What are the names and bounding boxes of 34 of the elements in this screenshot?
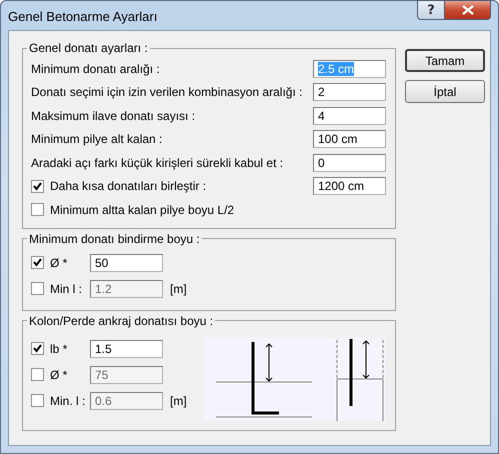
checkbox[interactable] <box>31 180 44 193</box>
field-label: Minimum donatı aralığı : <box>31 62 160 76</box>
checkbox-label: Min l : <box>50 282 84 296</box>
field-label: Donatı seçimi için izin verilen kombinasyon aralığı : <box>31 85 302 100</box>
checkbox-label: Daha kısa donatıları birleştir : <box>50 179 206 194</box>
field-label: Maksimum ilave donatı sayısı : <box>31 108 196 123</box>
unit-label: [m] <box>170 394 187 408</box>
input-field[interactable]: 50 <box>90 254 163 272</box>
group-title: Genel donatı ayarları : <box>28 41 149 55</box>
field-label: Minimum pilye alt kalan : <box>31 132 162 146</box>
input-field[interactable]: 1.5 <box>90 340 163 358</box>
checkbox-label: Minimum altta kalan pilye boyu L/2 <box>50 202 234 217</box>
input-field[interactable]: 0 <box>313 154 386 172</box>
input-field[interactable]: 2 <box>313 83 386 102</box>
group-title: Kolon/Perde ankraj donatısı boyu : <box>28 314 214 328</box>
checkbox-label: Ø * <box>50 256 68 270</box>
close-icon <box>462 5 474 15</box>
unit-label: [m] <box>170 282 187 296</box>
window-title: Genel Betonarme Ayarları <box>8 9 158 24</box>
help-button[interactable]: ? <box>417 0 445 20</box>
checkbox-label: Ø * <box>50 368 68 382</box>
checkbox[interactable] <box>31 203 44 216</box>
input-field[interactable]: 1200 cm <box>313 177 386 196</box>
checkbox-label: lb * <box>50 342 68 356</box>
field-label: Aradaki açı farkı küçük kirişleri sürekli kabul et : <box>31 156 284 170</box>
group-title: Minimum donatı bindirme boyu : <box>28 232 201 246</box>
checkbox[interactable] <box>31 342 44 355</box>
dialog-button[interactable]: Tamam <box>405 49 485 72</box>
checkbox[interactable] <box>31 256 44 269</box>
input-field[interactable]: 100 cm <box>313 130 386 148</box>
dialog-button[interactable]: İptal <box>405 80 485 103</box>
input-field[interactable]: 4 <box>313 106 386 125</box>
close-button[interactable] <box>445 0 491 20</box>
checkbox-label: Min. l : <box>50 394 86 408</box>
